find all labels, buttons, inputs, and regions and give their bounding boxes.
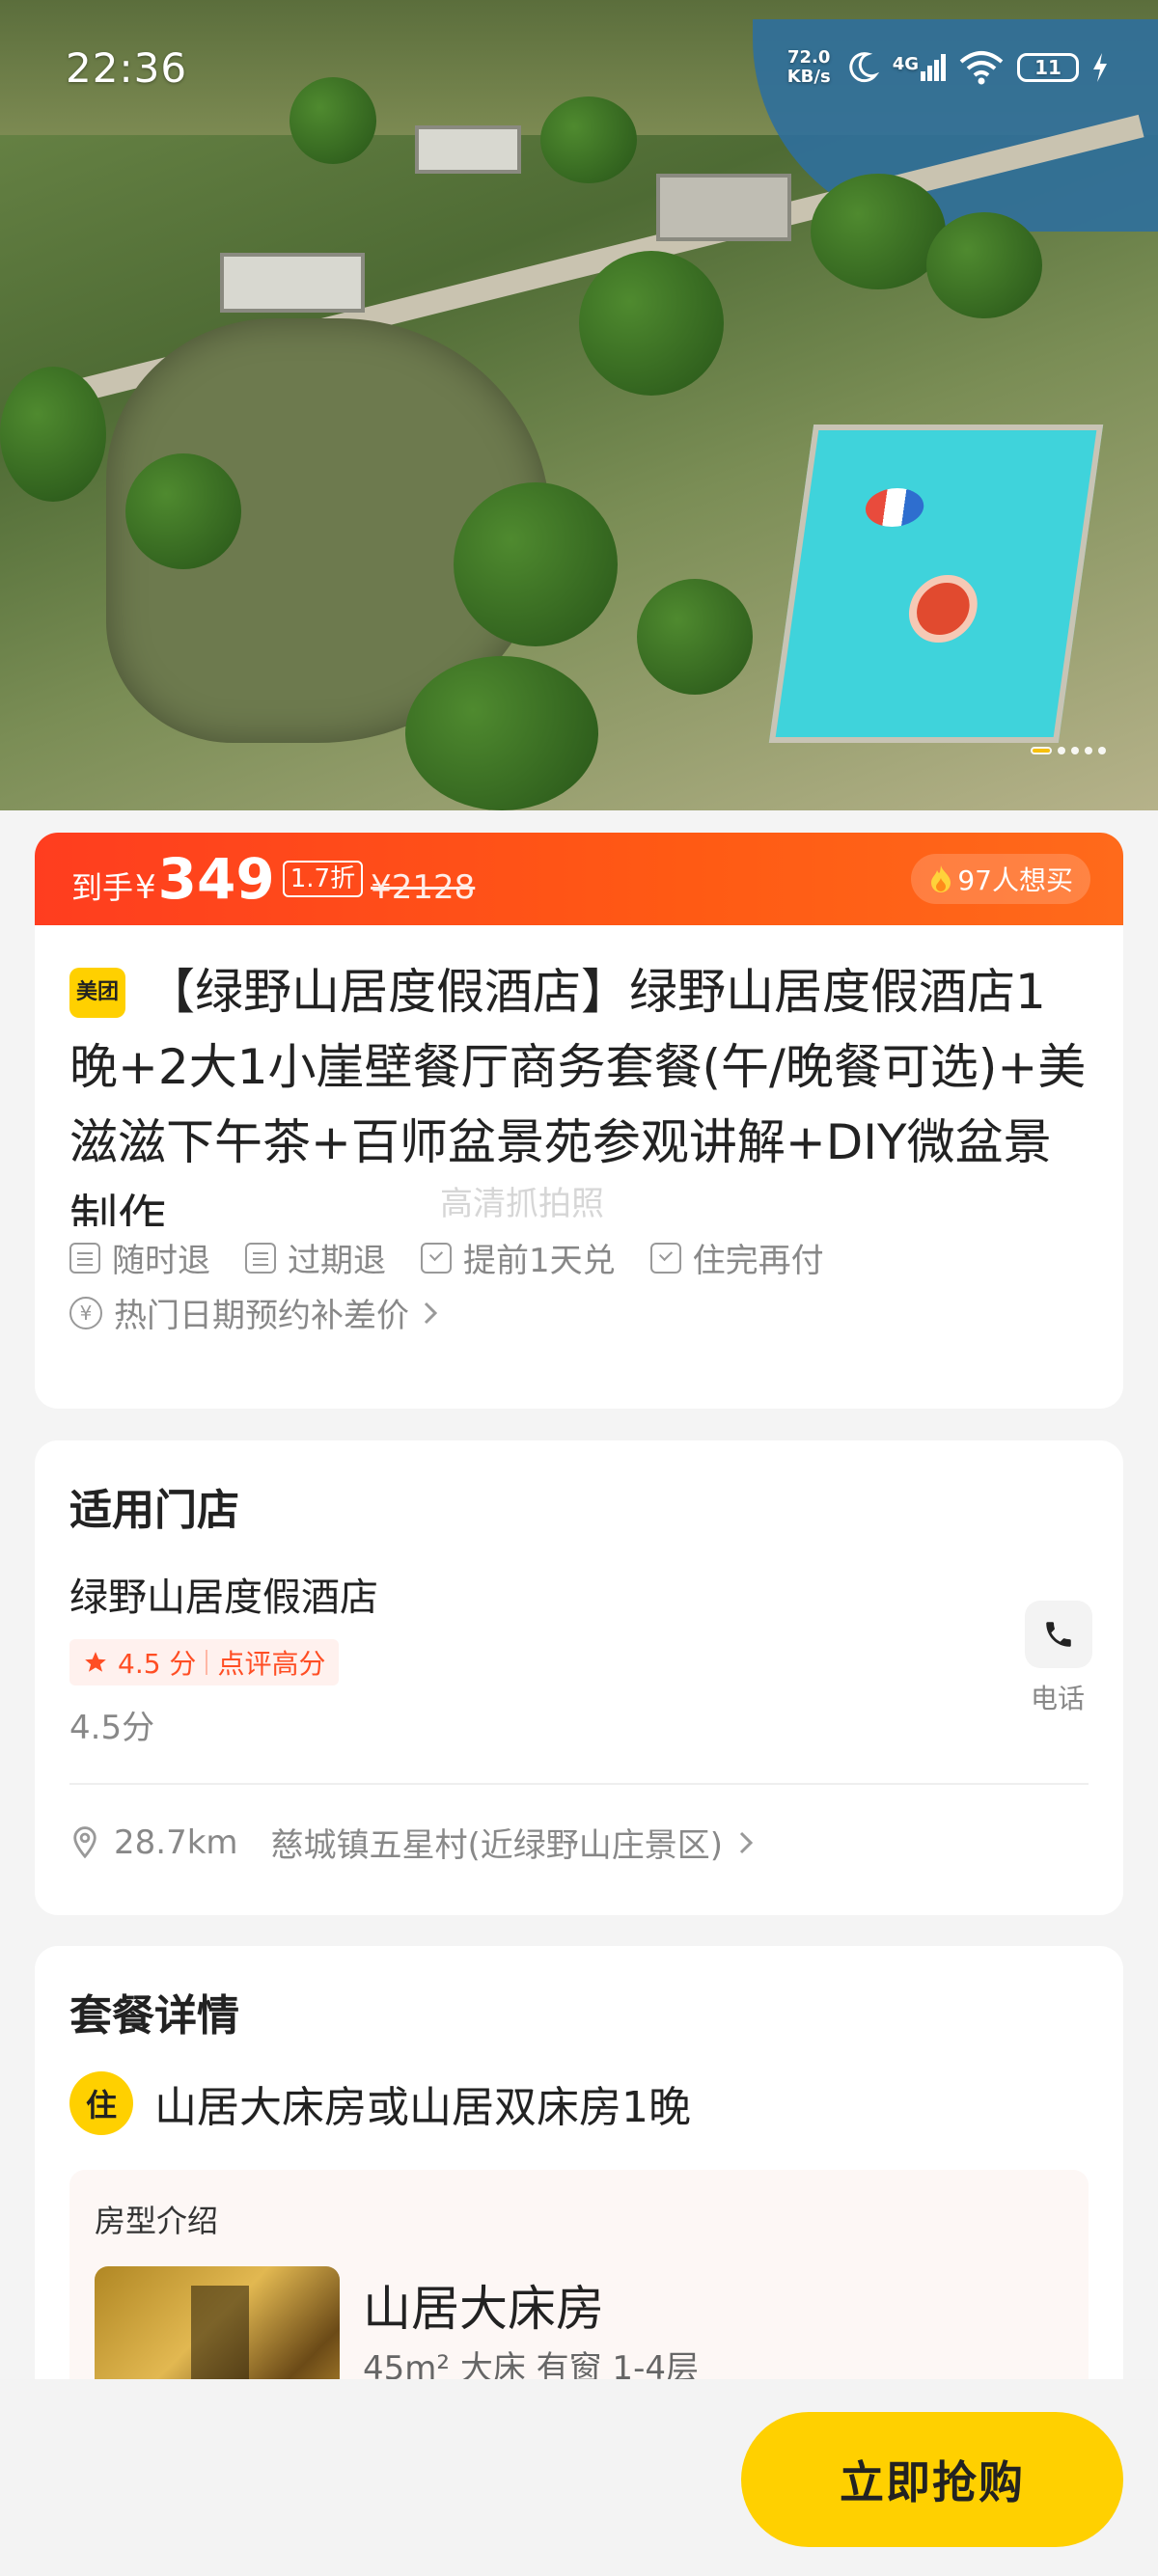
chevron-right-icon <box>424 1302 438 1324</box>
meituan-logo: 美团 <box>69 968 125 1018</box>
section-title-stores: 适用门店 <box>69 1486 239 1535</box>
battery-level: 11 <box>1034 56 1062 79</box>
tag-pay-after-stay: 住完再付 <box>649 1234 824 1281</box>
discount-badge: 1.7折 <box>282 861 364 897</box>
store-address[interactable]: 28.7km 慈城镇五星村(近绿野山庄景区) <box>69 1819 756 1866</box>
room-intro-label: 房型介绍 <box>95 2203 219 2239</box>
want-count-badge: 97人想买 <box>911 854 1090 904</box>
network-type: 4G <box>892 54 919 74</box>
store-name[interactable]: 绿野山居度假酒店 <box>35 1537 1123 1622</box>
star-icon <box>85 1652 106 1672</box>
original-price: ¥2128 <box>371 868 476 907</box>
peak-date-note[interactable]: ¥ 热门日期预约补差价 <box>35 1289 1123 1336</box>
hero-pool-pattern <box>904 575 982 643</box>
hero-tree <box>0 367 106 502</box>
hero-tree <box>125 453 241 569</box>
peak-date-note-text: 热门日期预约补差价 <box>114 1297 409 1335</box>
store-card: 适用门店 绿野山居度假酒店 4.5 分 点评高分 4.5分 电话 28.7km … <box>35 1440 1123 1915</box>
buy-now-button[interactable]: 立即抢购 <box>741 2412 1123 2547</box>
hero-tree <box>637 579 753 695</box>
hero-tree <box>926 212 1042 318</box>
tag-label: 随时退 <box>112 1242 210 1280</box>
hero-pool <box>768 425 1104 743</box>
network-speed-unit: KB/s <box>786 67 831 87</box>
store-distance: 28.7km <box>114 1822 238 1862</box>
yuan-icon: ¥ <box>69 1296 102 1329</box>
policy-tags: 随时退 过期退 提前1天兑 住完再付 <box>35 1234 1123 1281</box>
rating-score: 4.5 分 <box>118 1648 197 1680</box>
tag-refund-anytime: 随时退 <box>69 1234 210 1281</box>
status-time: 22:36 <box>66 43 188 92</box>
calendar-check-icon <box>649 1242 681 1274</box>
tag-label: 提前1天兑 <box>463 1242 616 1280</box>
network-speed-value: 72.0 <box>786 47 831 68</box>
rating-tag: 点评高分 <box>217 1648 326 1680</box>
tag-refund-expired: 过期退 <box>245 1234 386 1281</box>
hero-pool-pattern <box>863 488 926 527</box>
hero-pavilion <box>220 253 365 313</box>
price-info: 到手 ¥ 349 1.7折 ¥2128 <box>71 846 475 912</box>
watermark: 高清抓拍照 <box>440 1185 604 1223</box>
stay-icon: 住 <box>69 2071 133 2135</box>
charging-icon <box>1093 53 1107 82</box>
phone-label[interactable]: 电话 <box>1031 1678 1085 1716</box>
carousel-dot <box>1085 747 1092 754</box>
tag-label: 过期退 <box>288 1242 386 1280</box>
rating-badge: 4.5 分 点评高分 <box>69 1639 340 1685</box>
calendar-check-icon <box>421 1242 452 1274</box>
want-count: 97人想买 <box>957 864 1073 896</box>
tag-book-ahead: 提前1天兑 <box>421 1234 616 1281</box>
hero-tree <box>579 251 724 396</box>
rating-text: 4.5分 <box>69 1709 155 1747</box>
deal-card: 到手 ¥ 349 1.7折 ¥2128 97人想买 美团 【绿野山居度假酒店】绿野… <box>35 833 1123 1409</box>
phone-icon <box>1046 1622 1071 1647</box>
divider <box>69 1783 1089 1785</box>
package-item: 住 山居大床房或山居双床房1晚 <box>35 2042 1123 2135</box>
chevron-right-icon <box>739 1831 754 1853</box>
document-icon <box>69 1242 100 1274</box>
hero-building <box>656 174 791 241</box>
carousel-dot <box>1071 747 1079 754</box>
room-name: 山居大床房 <box>363 2281 604 2337</box>
wifi-icon <box>959 51 1004 85</box>
status-icons: 72.0 KB/s 4G 11 <box>787 48 1110 87</box>
battery-icon: 11 <box>1017 53 1079 82</box>
location-pin-icon <box>73 1825 96 1858</box>
divider <box>206 1650 208 1675</box>
carousel-dot <box>1098 747 1106 754</box>
address-text: 慈城镇五星村(近绿野山庄景区) <box>270 1826 724 1865</box>
hero-tree <box>811 174 946 289</box>
price-prefix: 到手 <box>71 869 134 906</box>
phone-button[interactable] <box>1025 1601 1092 1668</box>
network-speed: 72.0 KB/s <box>787 48 831 87</box>
document-icon <box>245 1242 276 1274</box>
tag-label: 住完再付 <box>692 1242 824 1280</box>
currency-symbol: ¥ <box>135 868 156 907</box>
hero-tree <box>454 482 618 646</box>
status-bar: 22:36 72.0 KB/s 4G 11 <box>0 0 1158 135</box>
section-title-package: 套餐详情 <box>69 1991 239 2041</box>
carousel-dot-active <box>1031 747 1052 754</box>
hero-tree <box>405 656 598 810</box>
moon-icon <box>849 52 879 83</box>
fire-icon <box>931 865 951 892</box>
carousel-dot <box>1058 747 1065 754</box>
cellular-signal-icon: 4G <box>893 54 946 81</box>
carousel-indicator <box>1031 747 1106 754</box>
deal-title: 美团 【绿野山居度假酒店】绿野山居度假酒店1晚+2大1小崖壁餐厅商务套餐(午/晚餐… <box>35 925 1123 1226</box>
deal-price: 349 <box>157 846 275 912</box>
price-bar: 到手 ¥ 349 1.7折 ¥2128 97人想买 <box>35 833 1123 925</box>
package-item-title: 山居大床房或山居双床房1晚 <box>154 2083 691 2132</box>
